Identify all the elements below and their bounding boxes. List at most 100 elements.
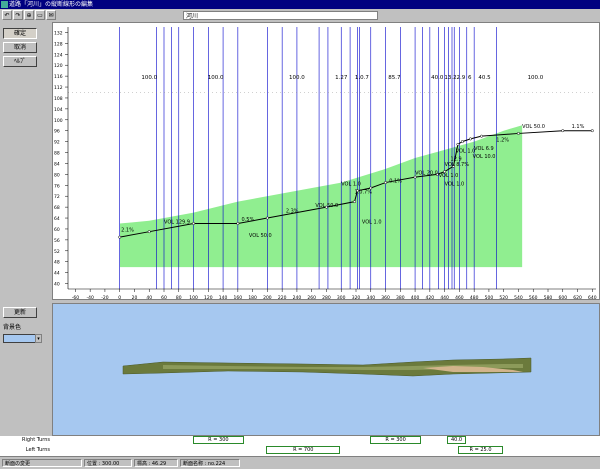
y-tick-label: 96 — [54, 129, 60, 135]
profile-annotation: VOL 1.0 — [439, 173, 459, 179]
profile-point — [118, 235, 122, 239]
y-tick-label: 100 — [54, 118, 63, 124]
segment-length-label: 40.5 — [478, 75, 491, 81]
profile-annotation: VOL 20.0 — [415, 170, 438, 176]
profile-plot[interactable]: 40 44 48 52 56 60 64 68 72 76 80 84 88 92 96 100 104 108 1… — [52, 22, 600, 300]
profile-annotation: 1.1% — [572, 124, 585, 130]
status-position: 位置 : 300.00 — [84, 459, 132, 467]
profile-annotation: VOL 8.7% — [445, 162, 470, 168]
profile-point — [353, 200, 356, 204]
status-bar: 断面の変更 位置 : 300.00 標高 : 46.29 断面名称 : no.2… — [0, 456, 600, 469]
mail-icon: ✉ — [48, 12, 54, 19]
undo-icon: ↶ — [4, 12, 10, 19]
segment-length-label: 2.9 — [456, 75, 465, 81]
profile-annotation: 0.5% — [242, 217, 255, 223]
left-turn-segment[interactable]: R = 700 — [266, 446, 341, 454]
status-section: 断面名称 : no.224 — [180, 459, 240, 467]
terrain-view[interactable] — [52, 303, 600, 436]
undo-button[interactable]: ↶ — [2, 10, 12, 20]
y-tick-label: 60 — [54, 227, 60, 233]
profile-annotation: 12.9 — [451, 157, 462, 163]
profile-point — [236, 222, 240, 225]
segment-length-label: 100.0 — [528, 75, 544, 81]
y-tick-label: 128 — [54, 41, 63, 47]
left-turns-label: Left Turns — [25, 447, 50, 453]
profile-annotation: VOL 1.0 — [445, 181, 465, 187]
profile-point — [192, 222, 195, 225]
cancel-button[interactable]: 取消 — [3, 42, 37, 53]
help-button[interactable]: ﾍﾙﾌﾟ — [3, 56, 37, 67]
bgcolor-label: 背景色 — [3, 324, 22, 331]
y-tick-label: 56 — [54, 238, 60, 244]
profile-point — [590, 129, 594, 133]
profile-annotation: VOL 50.0 — [522, 124, 545, 130]
update-button[interactable]: 更新 — [3, 307, 37, 318]
y-tick-label: 84 — [54, 161, 60, 167]
profile-point — [147, 230, 151, 234]
y-tick-label: 52 — [54, 249, 60, 255]
y-tick-label: 80 — [54, 172, 60, 178]
y-tick-label: 44 — [54, 271, 60, 277]
right-turn-segment[interactable]: 40.0 — [447, 436, 466, 444]
profile-annotation: VOL 1.0 — [362, 220, 382, 226]
y-tick-label: 40 — [54, 282, 60, 288]
route-name-input[interactable]: 河川 — [183, 11, 378, 20]
profile-point — [469, 137, 472, 141]
mail-button[interactable]: ✉ — [46, 10, 56, 20]
redo-button[interactable]: ↷ — [13, 10, 23, 20]
left-panel: 確定 取消 ﾍﾙﾌﾟ 更新 背景色 — [0, 22, 52, 438]
profile-annotation: VOL 1.0 — [341, 181, 361, 187]
right-turns-label: Right Turns — [22, 437, 50, 443]
zoom-icon: ⊕ — [26, 12, 32, 19]
page-button[interactable]: ▭ — [35, 10, 45, 20]
segment-length-label: 100.0 — [289, 75, 305, 81]
segment-length-label: 6 — [468, 75, 472, 81]
y-tick-label: 72 — [54, 194, 60, 200]
profile-annotation: VOL 6.9 — [474, 146, 494, 152]
turns-strip: Right Turns Left Turns R = 300 R = 300 40.… — [0, 436, 600, 456]
zoom-button[interactable]: ⊕ — [24, 10, 34, 20]
profile-annotation: 1.0.7% — [355, 189, 373, 195]
y-tick-label: 68 — [54, 205, 60, 211]
profile-annotation: 2.3% — [286, 209, 299, 215]
left-turn-segment[interactable]: R = 25.0 — [458, 446, 503, 454]
app-window: 道路「河川」の縦断線形の編集 ↶ ↷ ⊕ ▭ ✉ 河川 確定 取消 ﾍﾙﾌﾟ 更… — [0, 0, 600, 469]
segment-length-label: 85.7 — [388, 75, 401, 81]
y-tick-label: 120 — [54, 63, 63, 69]
bgcolor-dropdown-arrow[interactable]: ▾ — [35, 334, 42, 343]
status-elevation: 標高 : 46.29 — [134, 459, 178, 467]
profile-point — [456, 142, 460, 146]
window-title: 道路「河川」の縦断線形の編集 — [9, 1, 94, 8]
profile-annotation: 1.2% — [496, 138, 509, 144]
profile-point — [561, 129, 565, 133]
confirm-button[interactable]: 確定 — [3, 28, 37, 39]
profile-point — [480, 134, 483, 138]
profile-annotation: VOL 10.0 — [473, 154, 496, 160]
y-tick-label: 124 — [54, 52, 63, 58]
y-tick-label: 112 — [54, 85, 63, 91]
bgcolor-swatch[interactable] — [3, 334, 37, 343]
terrain-svg — [122, 357, 532, 377]
y-tick-label: 76 — [54, 183, 60, 189]
title-bar: 道路「河川」の縦断線形の編集 — [0, 0, 600, 9]
y-tick-label: 48 — [54, 260, 60, 266]
profile-point — [265, 216, 269, 220]
segment-length-label: 100.0 — [141, 75, 157, 81]
y-tick-label: 64 — [54, 216, 60, 222]
segment-length-label: 1.0.7 — [355, 75, 369, 81]
profile-annotation: VOL 129.9 — [164, 220, 190, 226]
right-turn-segment[interactable]: R = 300 — [192, 436, 245, 444]
y-tick-label: 92 — [54, 140, 60, 146]
profile-annotation: 0.1% — [389, 179, 402, 185]
profile-point — [517, 131, 520, 135]
profile-chart: 40 44 48 52 56 60 64 68 72 76 80 84 88 92 96 100 104 108 1… — [54, 27, 597, 299]
right-turn-segment[interactable]: R = 300 — [369, 436, 422, 444]
segment-length-label: 100.0 — [208, 75, 224, 81]
y-tick-label: 132 — [54, 30, 63, 36]
segment-length-label: 13.2 — [444, 75, 456, 81]
segment-length-label: 1.27 — [335, 75, 348, 81]
status-mode: 断面の変更 — [2, 459, 82, 467]
profile-annotation: 2.1% — [121, 228, 134, 234]
y-tick-label: 116 — [54, 74, 63, 80]
profile-annotation: VOL 50.0 — [315, 203, 338, 209]
